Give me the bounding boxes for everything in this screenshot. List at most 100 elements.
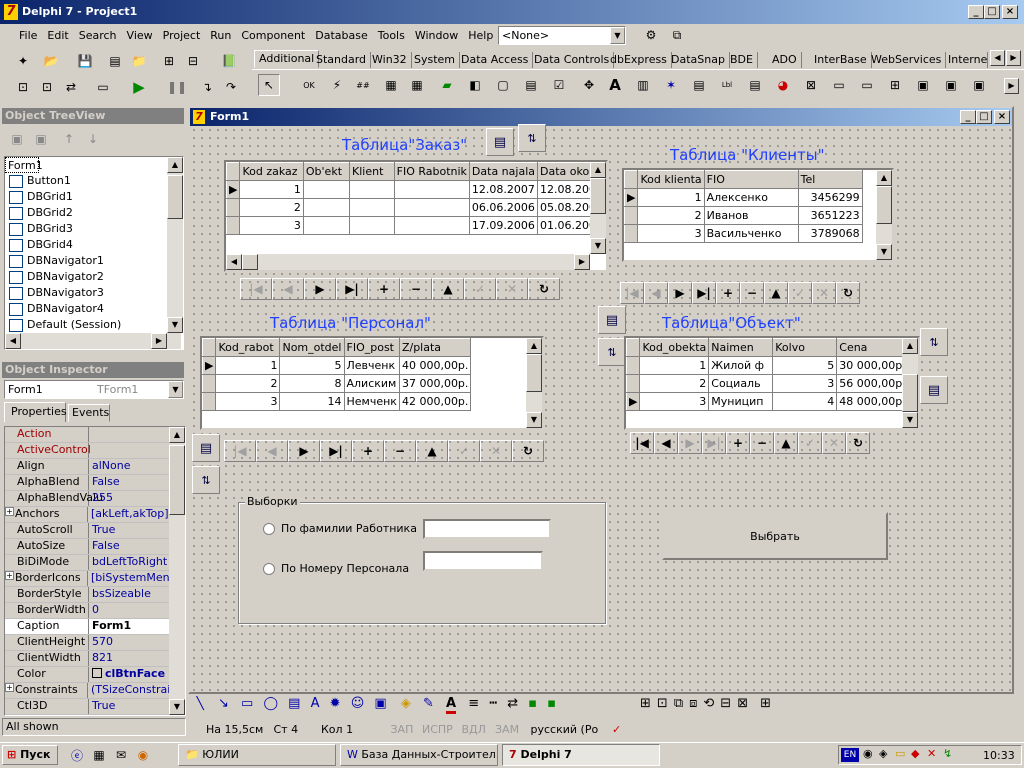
scroll-down-icon[interactable]: ▼ bbox=[902, 412, 918, 428]
help-book-icon[interactable]: 📗 bbox=[218, 50, 240, 72]
splitter-icon[interactable]: ✥ bbox=[578, 74, 600, 96]
scroll-thumb[interactable] bbox=[242, 254, 258, 270]
nav-refresh-icon[interactable]: ↻ bbox=[836, 282, 860, 304]
grid-vscroll[interactable]: ▲ ▼ bbox=[876, 170, 892, 260]
scrollbox-icon[interactable]: ▤ bbox=[520, 74, 542, 96]
checklistbox-icon[interactable]: ☑ bbox=[548, 74, 570, 96]
pointer-icon[interactable]: ↖ bbox=[258, 74, 280, 96]
view-unit-icon[interactable]: ⊡ bbox=[12, 76, 34, 98]
property-row[interactable]: + Constraints (TSizeConstraint bbox=[5, 683, 185, 699]
property-row[interactable]: AlphaBlendValu 255 bbox=[5, 491, 185, 507]
dash-style-icon[interactable]: ┅ bbox=[489, 696, 497, 711]
table-row[interactable]: 3 Васильченко 3789068 bbox=[624, 224, 863, 243]
property-name[interactable]: Color bbox=[5, 667, 89, 682]
dbgrid-obekt[interactable]: Kod_obekta Naimen Kolvo Cena 1 Жилой ф 5 30… bbox=[624, 336, 920, 430]
menu-tools[interactable]: Tools bbox=[373, 26, 410, 46]
start-button[interactable]: ⊞ Пуск bbox=[2, 745, 58, 765]
xpcolormap-icon[interactable]: ▣ bbox=[912, 74, 934, 96]
inspector-object-combo[interactable]: Form1 TForm1 ▼ bbox=[4, 380, 184, 399]
font-color-icon[interactable]: A bbox=[446, 696, 457, 714]
scroll-thumb[interactable] bbox=[590, 178, 606, 214]
datasource-icon[interactable]: ▤ bbox=[486, 128, 514, 156]
column-header[interactable]: Data najala bbox=[468, 162, 539, 181]
property-row[interactable]: Caption Form1 bbox=[5, 619, 185, 635]
nudge-icon[interactable]: ⧈ bbox=[689, 696, 697, 711]
property-value[interactable]: True bbox=[89, 523, 115, 538]
property-row[interactable]: Action bbox=[5, 427, 185, 443]
wrap-icon[interactable]: ⊟ bbox=[720, 696, 731, 711]
scroll-thumb[interactable] bbox=[526, 354, 542, 392]
tray-icon-4[interactable]: ◆ bbox=[911, 747, 919, 760]
scroll-up-icon[interactable]: ▲ bbox=[902, 338, 918, 354]
save-all-icon[interactable]: ▤ bbox=[104, 50, 126, 72]
tray-icon-1[interactable]: ◉ bbox=[863, 747, 873, 760]
table-row[interactable]: 2 Иванов 3651223 bbox=[624, 206, 863, 225]
select-button[interactable]: Выбрать bbox=[662, 512, 888, 560]
tab-internet[interactable]: InternetE bbox=[944, 52, 988, 68]
nav-cancel-icon[interactable]: ✕ bbox=[812, 282, 836, 304]
property-value[interactable]: alNone bbox=[89, 459, 131, 474]
property-row[interactable]: AutoScroll True bbox=[5, 523, 185, 539]
column-header[interactable]: Z/plata bbox=[398, 338, 472, 357]
column-header[interactable]: Kod_rabot bbox=[215, 338, 281, 357]
grid-vscroll[interactable]: ▲ ▼ bbox=[902, 338, 918, 428]
nav-next-icon[interactable]: ▶ bbox=[304, 278, 336, 300]
tab-standard[interactable]: Standard bbox=[312, 52, 372, 68]
nav-cancel-icon[interactable]: ✕ bbox=[496, 278, 528, 300]
property-row[interactable]: Ctl3D True bbox=[5, 699, 185, 715]
property-name[interactable]: ClientHeight bbox=[5, 635, 89, 650]
column-header[interactable]: FIO Rabotnik bbox=[393, 162, 470, 181]
menu-component[interactable]: Component bbox=[236, 26, 310, 46]
scroll-up-icon[interactable]: ▲ bbox=[169, 427, 185, 443]
nav-delete-icon[interactable]: − bbox=[400, 278, 432, 300]
form-minimize-button[interactable]: _ bbox=[960, 110, 976, 124]
inspector-vscroll[interactable]: ▲ ▼ bbox=[169, 427, 185, 715]
property-value[interactable] bbox=[89, 427, 92, 442]
tabs-scroll-left-icon[interactable]: ◀ bbox=[990, 50, 1005, 66]
treeview-hscroll[interactable]: ◀ ▶ bbox=[5, 333, 181, 349]
property-row[interactable]: + Anchors [akLeft,akTop] bbox=[5, 507, 185, 523]
tree-item-dbgrid1[interactable]: DBGrid1 bbox=[5, 189, 183, 205]
table-row[interactable]: 1 Жилой ф 5 30 000,00р. bbox=[626, 356, 909, 375]
line-icon[interactable]: ╲ bbox=[196, 696, 204, 711]
actionmainmenubar-icon[interactable]: ▭ bbox=[828, 74, 850, 96]
column-header[interactable]: FIO bbox=[703, 170, 799, 189]
nav-refresh-icon[interactable]: ↻ bbox=[512, 440, 544, 462]
quicklaunch-outlook-icon[interactable]: ✉ bbox=[110, 744, 132, 766]
property-name[interactable]: Caption bbox=[5, 619, 89, 634]
dbgrid-klienty[interactable]: Kod klienta FIO Tel ▶ 1 Алексенко 3456299 … bbox=[622, 168, 894, 262]
grid-vscroll[interactable]: ▲ ▼ bbox=[526, 338, 542, 428]
scroll-down-icon[interactable]: ▼ bbox=[167, 317, 183, 333]
align-icon[interactable]: ⊞ bbox=[640, 696, 651, 711]
expand-icon[interactable]: + bbox=[5, 507, 14, 516]
controlbar-icon[interactable]: ▥ bbox=[632, 74, 654, 96]
nav-refresh-icon[interactable]: ↻ bbox=[846, 432, 870, 454]
nav-post-icon[interactable]: ✓ bbox=[788, 282, 812, 304]
close-button[interactable]: × bbox=[1002, 5, 1018, 19]
property-row[interactable]: BorderStyle bsSizeable bbox=[5, 587, 185, 603]
taskbar-item-word[interactable]: W База Данных-Строител... bbox=[340, 744, 498, 766]
treeview-new-icon[interactable]: ▣ bbox=[6, 128, 28, 150]
property-value[interactable]: (TSizeConstraint bbox=[88, 683, 182, 698]
nav-next-icon[interactable]: ▶ bbox=[678, 432, 702, 454]
status-zam[interactable]: ЗАМ bbox=[495, 720, 527, 740]
view-form-icon[interactable]: ⊡ bbox=[36, 76, 58, 98]
scroll-down-icon[interactable]: ▼ bbox=[526, 412, 542, 428]
labelededit-icon[interactable]: Lbl bbox=[716, 74, 738, 96]
tree-item-dbnavigator3[interactable]: DBNavigator3 bbox=[5, 285, 183, 301]
trace-into-icon[interactable]: ↴ bbox=[196, 76, 218, 98]
actionmanager-icon[interactable]: ⊠ bbox=[800, 74, 822, 96]
tray-icon-3[interactable]: ▭ bbox=[895, 747, 905, 760]
column-header[interactable]: Nom_otdel bbox=[279, 338, 345, 357]
nav-prior-icon[interactable]: ◀ bbox=[644, 282, 668, 304]
property-row[interactable]: Color clBtnFace bbox=[5, 667, 185, 683]
tab-ado[interactable]: ADO bbox=[768, 52, 802, 68]
chart-icon[interactable]: ◕ bbox=[772, 74, 794, 96]
scroll-up-icon[interactable]: ▲ bbox=[167, 157, 183, 173]
nav-last-icon[interactable]: ▶| bbox=[692, 282, 716, 304]
nav-delete-icon[interactable]: − bbox=[750, 432, 774, 454]
property-name[interactable]: BorderIcons bbox=[15, 571, 88, 586]
tab-webservices[interactable]: WebServices bbox=[867, 52, 947, 68]
rotate-icon[interactable]: ⟲ bbox=[703, 696, 714, 711]
nav-prior-icon[interactable]: ◀ bbox=[256, 440, 288, 462]
